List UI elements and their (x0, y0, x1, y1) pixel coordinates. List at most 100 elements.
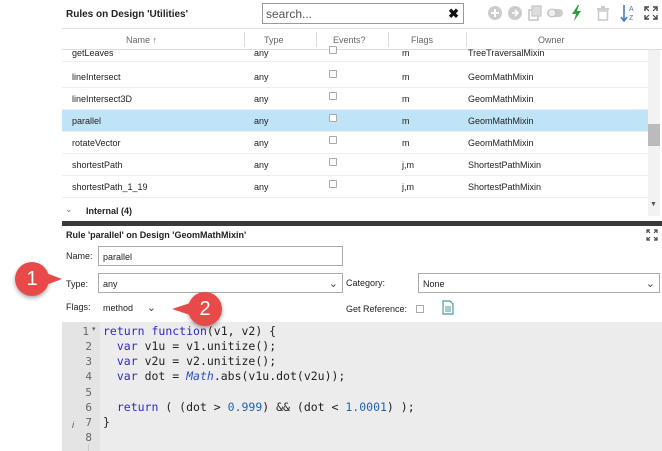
document-icon[interactable] (442, 300, 454, 318)
scroll-down-icon[interactable]: ▼ (650, 201, 657, 208)
category-select[interactable]: None ⌄ (418, 273, 660, 293)
panel-splitter[interactable] (62, 221, 662, 226)
rule-name: getLeaves (72, 48, 114, 58)
code-line: var v2u = v2.unitize(); (116, 354, 277, 368)
rule-type: any (254, 182, 269, 192)
clear-search-icon[interactable]: ✖ (448, 6, 459, 22)
line-number: 6 (85, 401, 92, 414)
column-header-name[interactable]: Name ↑ (126, 35, 157, 45)
callout-badge-1: 1 (15, 262, 49, 296)
chevron-down-icon: ⌄ (146, 302, 156, 314)
name-label: Name: (66, 251, 93, 261)
expand-icon[interactable] (642, 4, 660, 22)
name-field[interactable]: parallel (98, 246, 343, 266)
events-checkbox[interactable] (329, 136, 337, 144)
table-row[interactable]: shortestPath any j,m ShortestPathMixin (62, 154, 648, 176)
table-row[interactable]: rotateVector any m GeomMathMixin (62, 132, 648, 154)
search-input[interactable] (263, 4, 443, 23)
category-label: Category: (346, 278, 386, 288)
get-reference-checkbox[interactable] (416, 305, 424, 313)
rule-flags: j,m (402, 160, 414, 170)
expand-icon[interactable] (646, 229, 658, 244)
events-checkbox[interactable] (329, 70, 337, 78)
rule-owner: TreeTraversalMixin (468, 48, 545, 58)
column-header-type[interactable]: Type (264, 35, 284, 45)
rule-flags: m (402, 94, 410, 104)
line-number: 8 (85, 431, 92, 444)
chevron-down-icon: ⌄ (645, 278, 655, 290)
flags-label: Flags: (66, 302, 91, 312)
group-label: Internal (4) (86, 206, 133, 216)
rule-name: shortestPath (72, 160, 123, 170)
events-checkbox[interactable] (329, 180, 337, 188)
rule-name: rotateVector (72, 138, 121, 148)
rule-panel-title: Rule 'parallel' on Design 'GeomMathMixin… (66, 230, 247, 240)
type-select[interactable]: any ⌄ (98, 273, 343, 293)
info-icon: i (72, 420, 74, 430)
chevron-down-icon[interactable]: ⌄ (65, 204, 73, 215)
lightning-icon[interactable] (568, 4, 586, 22)
toggle-icon[interactable] (546, 4, 564, 22)
rule-owner: ShortestPathMixin (468, 182, 542, 192)
rule-owner: GeomMathMixin (468, 94, 534, 104)
rule-flags: m (402, 138, 410, 148)
callout-badge-2: 2 (188, 292, 222, 326)
code-line: var v1u = v1.unitize(); (116, 339, 277, 353)
events-checkbox[interactable] (329, 158, 337, 166)
column-header-events[interactable]: Events? (333, 35, 366, 45)
sort-az-icon[interactable]: AZ (620, 4, 638, 23)
rule-type: any (254, 48, 269, 58)
flags-select[interactable]: method ⌄ (98, 297, 159, 317)
code-line: return function(v1, v2) { (103, 324, 277, 338)
rule-name: lineIntersect (72, 72, 121, 82)
rule-type: any (254, 116, 269, 126)
group-row-internal[interactable]: ⌄ Internal (4) (62, 202, 648, 216)
events-checkbox[interactable] (329, 46, 337, 54)
search-box[interactable]: ✖ (262, 3, 464, 24)
code-editor[interactable]: 1 ▾ 2 3 4 5 6 7 8 return function(v1, v2… (62, 322, 662, 451)
svg-text:A: A (629, 6, 634, 13)
rule-flags: m (402, 116, 410, 126)
grid-scrollbar-thumb[interactable] (648, 124, 660, 146)
events-checkbox[interactable] (329, 114, 337, 122)
panel-title: Rules on Design 'Utilities' (66, 9, 188, 20)
rule-type: any (254, 94, 269, 104)
fold-toggle-icon[interactable]: ▾ (92, 325, 96, 333)
copy-icon[interactable] (526, 4, 544, 22)
table-row-selected[interactable]: parallel any m GeomMathMixin (62, 110, 648, 132)
table-row[interactable]: lineIntersect any m GeomMathMixin (62, 66, 648, 88)
rule-name: lineIntersect3D (72, 94, 133, 104)
delete-icon[interactable] (594, 4, 612, 22)
get-reference-label: Get Reference: (346, 304, 408, 314)
column-header-owner[interactable]: Owner (538, 35, 565, 45)
rule-owner: GeomMathMixin (468, 72, 534, 82)
rules-panel-header: Rules on Design 'Utilities' ✖ AZ (0, 0, 662, 28)
column-header-flags[interactable]: Flags (411, 35, 433, 45)
rule-type: any (254, 160, 269, 170)
code-line: var dot = Math.abs(v1u.dot(v2u)); (116, 369, 346, 383)
table-row[interactable]: shortestPath_1_19 any j,m ShortestPathMi… (62, 176, 648, 198)
line-number: 5 (85, 386, 92, 399)
line-number: 4 (85, 370, 92, 383)
rule-name: shortestPath_1_19 (72, 182, 148, 192)
rule-flags: m (402, 72, 410, 82)
rule-type: any (254, 138, 269, 148)
callout-number: 2 (199, 297, 211, 320)
chevron-down-icon: ⌄ (328, 278, 338, 290)
events-checkbox[interactable] (329, 92, 337, 100)
flags-select-value: method (103, 303, 134, 313)
rule-type: any (254, 72, 269, 82)
line-number: 7 (85, 416, 92, 429)
table-row[interactable]: lineIntersect3D any m GeomMathMixin (62, 88, 648, 110)
line-number: 2 (85, 340, 92, 353)
editor-gutter: 1 ▾ 2 3 4 5 6 7 8 (62, 322, 100, 451)
type-label: Type: (66, 279, 89, 289)
rule-owner: GeomMathMixin (468, 116, 534, 126)
line-number: 1 (82, 325, 89, 338)
add-link-icon[interactable] (506, 4, 524, 22)
type-select-value: any (103, 279, 118, 289)
add-icon[interactable] (486, 4, 504, 22)
table-row[interactable]: getLeaves any m TreeTraversalMixin (62, 45, 648, 62)
callout-arrow (46, 273, 62, 285)
rule-flags: j,m (402, 182, 414, 192)
